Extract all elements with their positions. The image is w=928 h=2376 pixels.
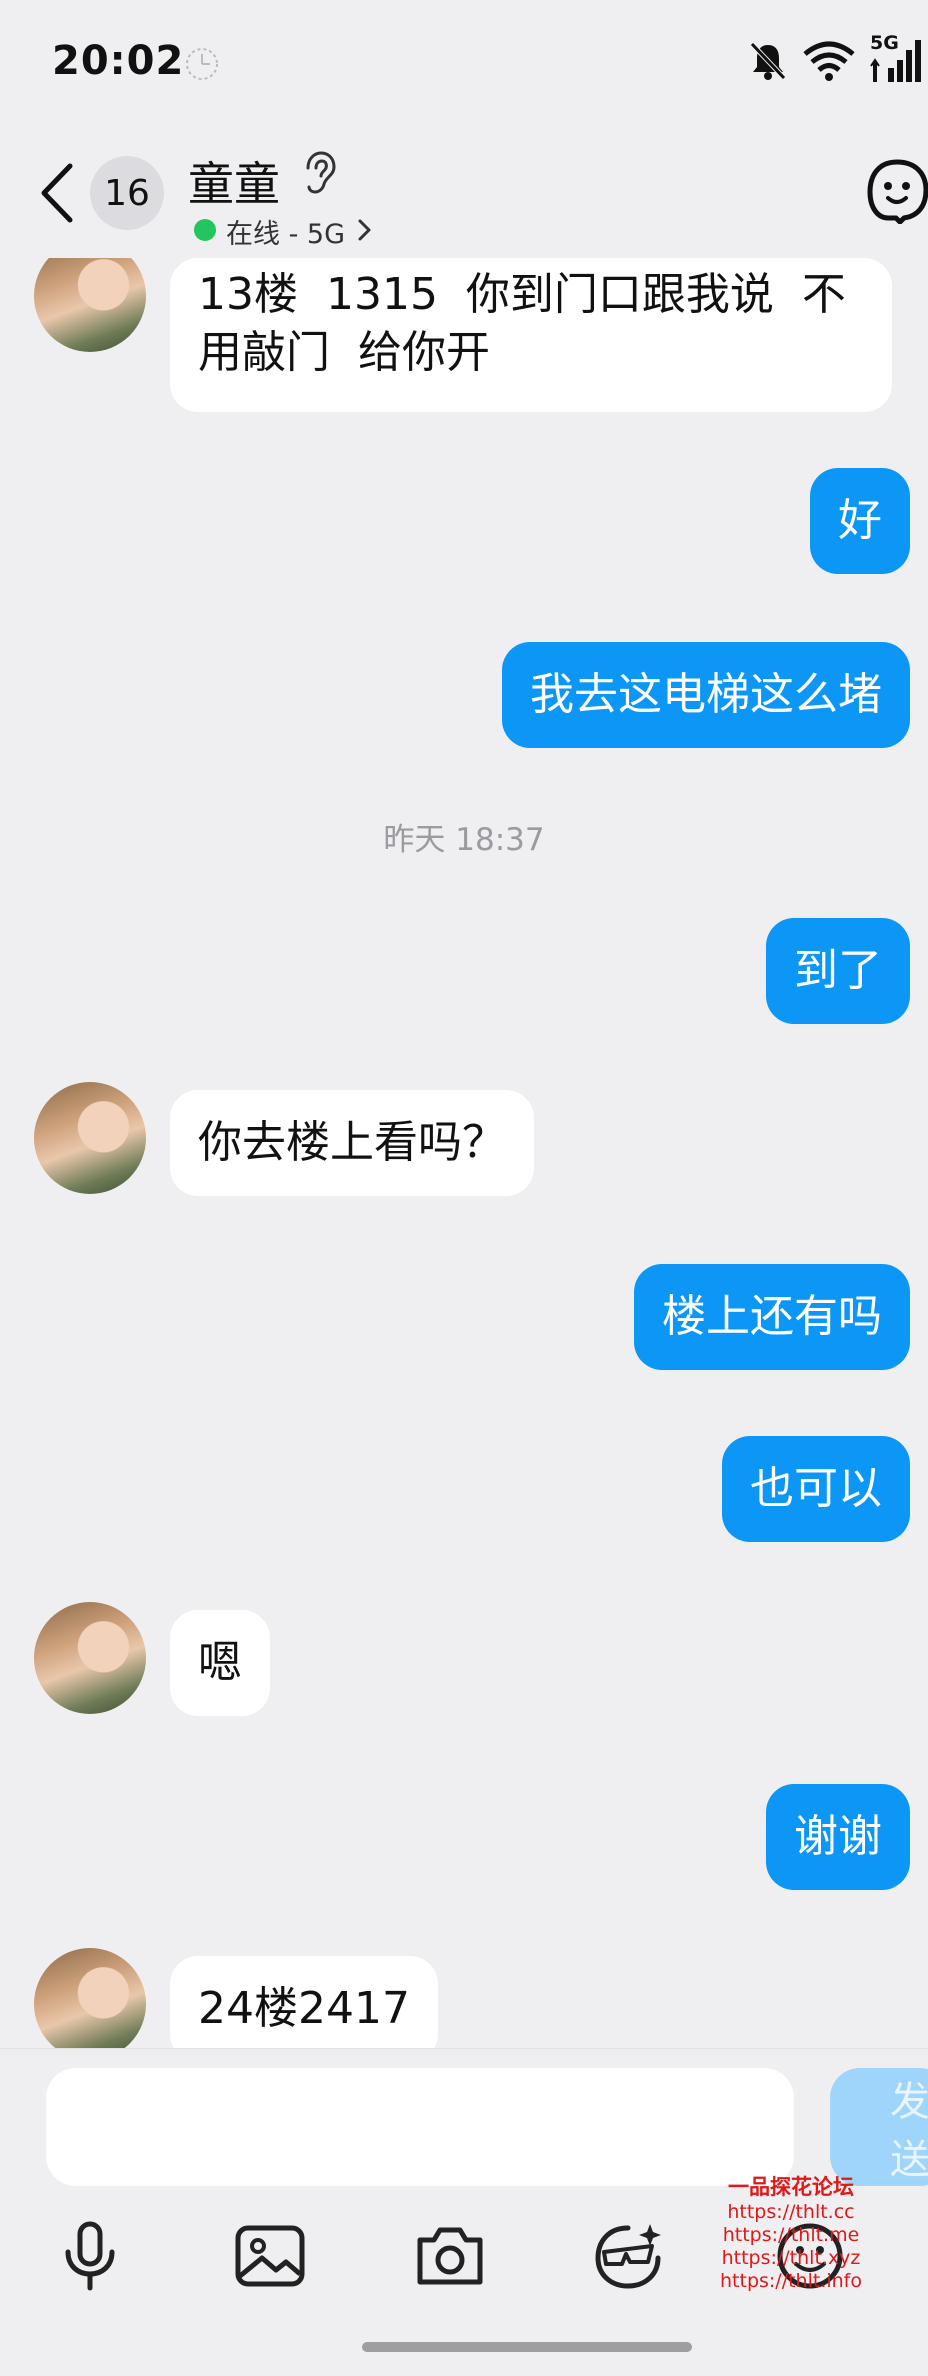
chevron-right-icon[interactable]: [354, 216, 374, 244]
message-input[interactable]: [46, 2068, 794, 2186]
watermark-url: https://thlt.info: [720, 2270, 862, 2292]
outgoing-message[interactable]: 楼上还有吗: [634, 1264, 910, 1370]
incoming-message[interactable]: 13楼 1315 你到门口跟我说 不 用敲门 给你开: [170, 258, 892, 412]
signal-icon: 5G: [870, 32, 924, 86]
outgoing-message[interactable]: 也可以: [722, 1436, 910, 1542]
watermark-title: 一品探花论坛: [728, 2175, 854, 2199]
message-timestamp: 昨天 18:37: [383, 822, 545, 858]
outgoing-message[interactable]: 我去这电梯这么堵: [502, 642, 910, 748]
contact-name[interactable]: 童童: [188, 148, 280, 214]
back-arrow-icon[interactable]: [36, 158, 80, 228]
incoming-message[interactable]: 你去楼上看吗？: [170, 1090, 534, 1196]
contact-avatar[interactable]: [34, 1082, 146, 1194]
home-indicator[interactable]: [362, 2342, 692, 2352]
incoming-message[interactable]: 24楼2417: [170, 1956, 438, 2048]
status-time: 20:02: [52, 38, 185, 84]
ear-icon[interactable]: [298, 150, 338, 196]
outgoing-message[interactable]: 好: [810, 468, 910, 574]
mute-bell-icon: [750, 42, 786, 80]
status-icons: 5G: [748, 32, 928, 86]
incoming-message[interactable]: 嗯: [170, 1610, 270, 1716]
contact-avatar[interactable]: [34, 258, 146, 352]
smiley-face-icon[interactable]: [866, 158, 928, 224]
unread-count-badge[interactable]: 16: [90, 156, 164, 230]
wifi-icon: [803, 41, 855, 81]
clock-icon: [186, 48, 218, 80]
watermark: 一品探花论坛 https://thlt.cc https://thlt.me h…: [706, 2176, 876, 2293]
camera-icon[interactable]: [412, 2218, 488, 2294]
send-button[interactable]: 发送: [830, 2068, 928, 2186]
microphone-icon[interactable]: [52, 2218, 128, 2294]
outgoing-message[interactable]: 谢谢: [766, 1784, 910, 1890]
outgoing-message[interactable]: 到了: [766, 918, 910, 1024]
send-label: 发送: [890, 2079, 928, 2183]
sticker-icon[interactable]: [590, 2218, 666, 2294]
online-status-dot: [194, 219, 216, 241]
chat-message-list[interactable]: 13楼 1315 你到门口跟我说 不 用敲门 给你开 好 我去这电梯这么堵 昨天…: [0, 258, 928, 2048]
watermark-url: https://thlt.me: [722, 2224, 860, 2246]
contact-avatar[interactable]: [34, 1602, 146, 1714]
online-status-text[interactable]: 在线 - 5G: [226, 212, 345, 251]
watermark-url: https://thlt.xyz: [721, 2247, 861, 2269]
contact-avatar[interactable]: [34, 1948, 146, 2048]
image-icon[interactable]: [232, 2218, 308, 2294]
watermark-url: https://thlt.cc: [727, 2201, 855, 2223]
